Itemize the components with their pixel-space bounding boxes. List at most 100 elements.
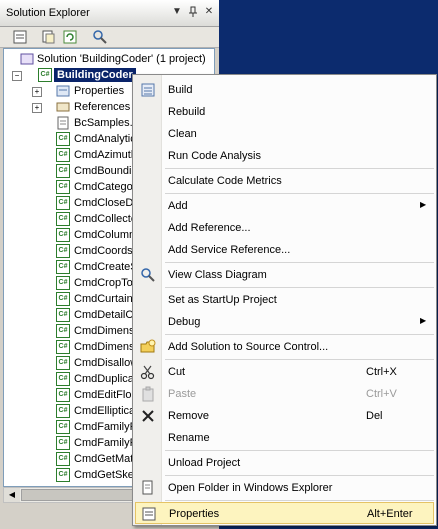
menu-separator <box>165 500 434 501</box>
tree-item-label: CmdElliptica <box>74 405 136 417</box>
menu-cut[interactable]: Cut Ctrl+X <box>135 361 434 383</box>
menu-build[interactable]: Build <box>135 79 434 101</box>
open-folder-icon <box>140 480 156 496</box>
class-diagram-icon <box>140 267 156 283</box>
menu-item-label: Add Reference... <box>168 222 251 234</box>
menu-calculate-code-metrics[interactable]: Calculate Code Metrics <box>135 170 434 192</box>
expand-toggle[interactable]: + <box>32 87 42 97</box>
menu-item-label: Unload Project <box>168 457 241 469</box>
cs-file-icon: C# <box>56 324 70 338</box>
menu-item-label: Rename <box>168 432 210 444</box>
tree-item-label: References <box>74 101 131 113</box>
cs-file-icon: C# <box>56 260 70 274</box>
tree-item-label: CmdFamilyP <box>74 421 137 433</box>
menu-item-label: View Class Diagram <box>168 269 267 281</box>
cs-file-icon: C# <box>56 436 70 450</box>
build-icon <box>140 82 156 98</box>
cs-file-icon: C# <box>56 180 70 194</box>
menu-unload-project[interactable]: Unload Project <box>135 452 434 474</box>
menu-add-solution-source-control[interactable]: Add Solution to Source Control... <box>135 336 434 358</box>
tree-item-label: CmdFamilyP <box>74 437 137 449</box>
menu-debug[interactable]: Debug ▶ <box>135 311 434 333</box>
menu-clean[interactable]: Clean <box>135 123 434 145</box>
cs-file-icon: C# <box>56 468 70 482</box>
tree-item-label: CmdGetSket <box>74 469 137 481</box>
tree-item-label: CmdAnalytic <box>74 133 136 145</box>
cs-file-icon: C# <box>56 292 70 306</box>
remove-x-icon <box>140 408 156 424</box>
show-all-files-icon[interactable] <box>40 29 56 45</box>
menu-separator <box>165 168 434 169</box>
menu-item-label: Paste <box>168 388 197 400</box>
tree-item-label: CmdCoordsS <box>74 245 141 257</box>
cs-file-icon: C# <box>56 196 70 210</box>
menu-separator <box>165 450 434 451</box>
tree-item-label: CmdColumn <box>74 229 136 241</box>
dropdown-icon[interactable]: ▼ <box>171 6 183 18</box>
solution-label: Solution 'BuildingCoder' (1 project) <box>37 53 206 65</box>
tree-item-label: CmdCollecto <box>74 213 137 225</box>
menu-remove[interactable]: Remove Del <box>135 405 434 427</box>
menu-add-reference[interactable]: Add Reference... <box>135 217 434 239</box>
panel-title: Solution Explorer <box>6 7 90 19</box>
cs-file-icon: C# <box>56 308 70 322</box>
tree-item-label: CmdCurtain <box>74 293 133 305</box>
paste-icon <box>140 386 156 402</box>
menu-set-startup-project[interactable]: Set as StartUp Project <box>135 289 434 311</box>
tree-item-label: CmdDetailC <box>74 309 134 321</box>
cs-file-icon: C# <box>56 164 70 178</box>
cs-file-icon: C# <box>56 276 70 290</box>
menu-properties[interactable]: Properties Alt+Enter <box>135 502 434 524</box>
tree-item-label: CmdBoundin <box>74 165 138 177</box>
menu-item-shortcut: Del <box>366 410 383 422</box>
menu-separator <box>165 475 434 476</box>
properties-icon <box>141 506 157 522</box>
menu-separator <box>165 287 434 288</box>
tree-item-label: CmdDimensi <box>74 341 137 353</box>
menu-item-label: Remove <box>168 410 209 422</box>
menu-item-label: Add Service Reference... <box>168 244 291 256</box>
expand-toggle[interactable]: + <box>32 103 42 113</box>
solution-icon <box>20 52 34 66</box>
menu-rename[interactable]: Rename <box>135 427 434 449</box>
scroll-thumb[interactable] <box>21 489 141 501</box>
cs-project-icon: C# <box>38 68 52 82</box>
menu-rebuild[interactable]: Rebuild <box>135 101 434 123</box>
collapse-toggle[interactable]: − <box>12 71 22 81</box>
references-icon <box>56 100 70 114</box>
menu-separator <box>165 359 434 360</box>
menu-add[interactable]: Add ▶ <box>135 195 434 217</box>
cs-file-icon: C# <box>56 404 70 418</box>
cs-file-icon: C# <box>56 148 70 162</box>
menu-open-folder[interactable]: Open Folder in Windows Explorer <box>135 477 434 499</box>
solution-node[interactable]: Solution 'BuildingCoder' (1 project) <box>4 51 214 67</box>
view-class-diagram-tool-icon[interactable] <box>92 29 108 45</box>
close-icon[interactable]: ✕ <box>203 6 215 18</box>
cs-file-icon: C# <box>56 452 70 466</box>
cs-file-icon: C# <box>56 372 70 386</box>
menu-add-service-reference[interactable]: Add Service Reference... <box>135 239 434 261</box>
menu-item-shortcut: Ctrl+V <box>366 388 397 400</box>
cs-file-icon: C# <box>56 356 70 370</box>
tree-item-label: Properties <box>74 85 125 97</box>
tree-item-label: BcSamples.t <box>74 117 136 129</box>
menu-run-code-analysis[interactable]: Run Code Analysis <box>135 145 434 167</box>
properties-tool-icon[interactable] <box>12 29 28 45</box>
refresh-icon[interactable] <box>62 29 78 45</box>
scroll-left-icon[interactable]: ◀ <box>4 488 20 502</box>
menu-item-label: Properties <box>169 508 220 520</box>
cs-file-icon: C# <box>56 340 70 354</box>
menu-item-label: Clean <box>168 128 197 140</box>
menu-item-label: Add Solution to Source Control... <box>168 341 329 353</box>
menu-separator <box>165 334 434 335</box>
tree-item-label: CmdDimensi <box>74 325 137 337</box>
menu-view-class-diagram[interactable]: View Class Diagram <box>135 264 434 286</box>
source-control-icon <box>140 339 156 355</box>
tree-item-label: CmdCloseDo <box>74 197 140 209</box>
context-menu: Build Rebuild Clean Run Code Analysis Calcul… <box>132 74 437 526</box>
menu-separator <box>165 262 434 263</box>
submenu-arrow-icon: ▶ <box>420 200 427 209</box>
menu-item-label: Cut <box>168 366 186 378</box>
tree-item-label: CmdCreateS <box>74 261 138 273</box>
pin-icon[interactable] <box>187 6 199 18</box>
